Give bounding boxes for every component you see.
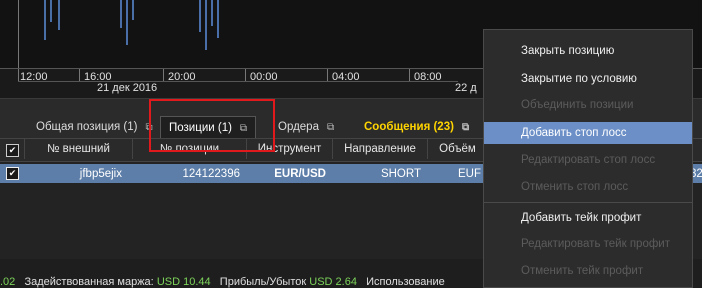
tick-line [163,69,164,81]
popout-icon[interactable]: ⧉ [327,117,334,139]
tick-line [409,69,410,81]
cell-volume: EUF [458,168,481,180]
candle [58,0,60,30]
date-label: 22 д [455,82,477,94]
column-header[interactable]: Направление [332,139,427,159]
menu-item-add-take-profit[interactable]: Добавить тейк профит [484,207,692,229]
tick-line [327,69,328,81]
tab-orders[interactable]: Ордера ⧉ [270,116,342,138]
pnl-label: Прибыль/Убыток [219,276,307,288]
column-header[interactable]: № внешний [24,139,132,159]
candle [50,0,52,22]
tab-label: Сообщения (23) [364,121,454,133]
candle [120,0,122,28]
candle [211,0,213,26]
menu-item-conditional-close[interactable]: Закрытие по условию [484,68,692,90]
highlight-annotation [149,99,275,152]
cell-direction: SHORT [380,168,421,180]
tick-line [18,69,19,81]
candle [217,0,219,38]
tick-line [245,69,246,81]
row-checkbox[interactable]: ✔ [6,167,19,180]
candle [132,0,134,20]
menu-item-edit-stop-loss: Редактировать стоп лосс [521,154,656,166]
tab-total-position[interactable]: Общая позиция (1) ⧉ [28,116,161,138]
column-header[interactable]: Объём [427,139,487,159]
tab-label: Ордера [278,121,319,133]
cell-instrument: EUR/USD [274,168,326,180]
tab-label: Общая позиция (1) [36,121,138,133]
menu-item-edit-take-profit: Редактировать тейк профит [521,238,670,250]
status-prefix: .02 [0,276,16,288]
usage-label: Использование [366,276,445,288]
date-label: 21 дек 2016 [97,82,158,94]
menu-item-cancel-take-profit: Отменить тейк профит [521,265,644,277]
cell-external-id: jfbp5ejix [79,168,122,180]
pnl-value: USD 2.64 [309,276,357,288]
tab-messages[interactable]: Сообщения (23) ⧉ [356,116,477,138]
menu-separator [484,202,692,203]
candle [199,0,201,32]
menu-item-merge-positions: Объединить позиции [521,99,634,111]
popout-icon[interactable]: ⧉ [462,117,469,139]
margin-label: Задействованная маржа: [24,276,154,288]
tick-line [79,69,80,81]
candle [126,0,128,45]
menu-item-cancel-stop-loss: Отменить стоп лосс [521,181,629,193]
candle [44,0,46,40]
cell-position-id: 124122396 [182,168,240,180]
context-menu: Закрыть позицию Закрытие по условию Объе… [483,29,693,288]
candle [205,0,207,50]
menu-item-close-position[interactable]: Закрыть позицию [484,40,692,62]
chart-axis [18,0,19,68]
menu-item-add-stop-loss[interactable]: Добавить стоп лосс [484,122,692,144]
date-separator [18,81,458,82]
margin-value: USD 10.44 [156,276,211,288]
select-all-checkbox[interactable]: ✔ [6,144,19,157]
